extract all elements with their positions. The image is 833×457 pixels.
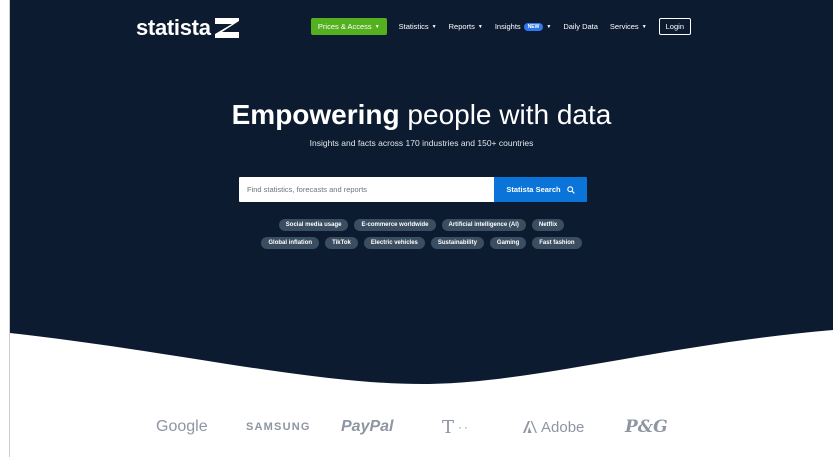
main-nav: Prices & Access ▼ Statistics ▼ Reports ▼… <box>310 18 691 35</box>
topic-chip[interactable]: Artificial intelligence (AI) <box>441 219 526 231</box>
paypal-logo: PayPal <box>341 418 394 435</box>
telekom-dots-icon: ·· <box>458 420 471 434</box>
hero-section: statista Prices & Access ▼ Statistics ▼ … <box>10 0 833 390</box>
topic-chip[interactable]: Fast fashion <box>532 237 582 249</box>
nav-statistics-label: Statistics <box>398 22 429 31</box>
topic-chip[interactable]: Sustainability <box>430 237 484 249</box>
nav-prices-access-label: Prices & Access <box>317 22 372 31</box>
search-icon <box>566 185 575 194</box>
logo-text: statista <box>136 15 211 40</box>
headline-rest: people with data <box>399 99 612 130</box>
chevron-down-icon: ▼ <box>546 23 552 30</box>
topic-chip[interactable]: Gaming <box>489 237 527 249</box>
topic-chip[interactable]: Netflix <box>531 219 565 231</box>
nav-insights-label: Insights <box>494 22 521 31</box>
topic-chip[interactable]: Global inflation <box>261 237 320 249</box>
popular-topics-row-1: Social media usage E-commerce worldwide … <box>10 219 833 231</box>
search-button-label: Statista Search <box>506 185 561 194</box>
chevron-down-icon: ▼ <box>431 23 437 30</box>
samsung-logo: SAMSUNG <box>246 421 311 433</box>
hero-subtitle: Insights and facts across 170 industries… <box>309 138 534 148</box>
nav-daily-data[interactable]: Daily Data <box>563 22 598 31</box>
nav-prices-access-button[interactable]: Prices & Access ▼ <box>310 18 387 35</box>
statista-logo[interactable]: statista <box>136 16 239 40</box>
google-logo: Google <box>156 418 208 435</box>
chevron-down-icon: ▼ <box>641 23 647 30</box>
search-bar: Statista Search <box>239 177 587 202</box>
chevron-down-icon: ▼ <box>374 23 380 30</box>
nav-daily-data-label: Daily Data <box>563 22 598 31</box>
nav-statistics[interactable]: Statistics ▼ <box>399 22 437 31</box>
page-title: Empowering people with data <box>10 98 833 132</box>
topic-chip[interactable]: E-commerce worldwide <box>354 219 436 231</box>
statista-logo-icon <box>214 18 239 38</box>
telekom-t-icon: T <box>442 416 455 438</box>
headline-bold: Empowering <box>231 99 400 130</box>
adobe-logo: Adobe <box>523 413 584 441</box>
nav-services-label: Services <box>609 22 639 31</box>
adobe-logo-text: Adobe <box>541 418 585 436</box>
login-button[interactable]: Login <box>658 18 691 35</box>
nav-insights[interactable]: Insights NEW ▼ <box>495 22 551 31</box>
telekom-logo: T ·· <box>442 413 470 441</box>
search-button[interactable]: Statista Search <box>494 177 587 202</box>
nav-reports[interactable]: Reports ▼ <box>449 22 483 31</box>
topic-chip[interactable]: Social media usage <box>278 219 349 231</box>
new-badge: NEW <box>523 22 544 31</box>
topic-chip[interactable]: TikTok <box>325 237 358 249</box>
search-input[interactable] <box>239 177 494 202</box>
popular-topics-row-2: Global inflation TikTok Electric vehicle… <box>10 237 833 249</box>
topic-chip[interactable]: Electric vehicles <box>363 237 425 249</box>
pg-logo: P&G <box>625 417 668 437</box>
partner-logos: Google SAMSUNG PayPal T ·· Adobe P&G <box>10 413 833 443</box>
nav-reports-label: Reports <box>448 22 475 31</box>
adobe-icon <box>523 421 537 433</box>
chevron-down-icon: ▼ <box>477 23 483 30</box>
nav-services[interactable]: Services ▼ <box>610 22 647 31</box>
